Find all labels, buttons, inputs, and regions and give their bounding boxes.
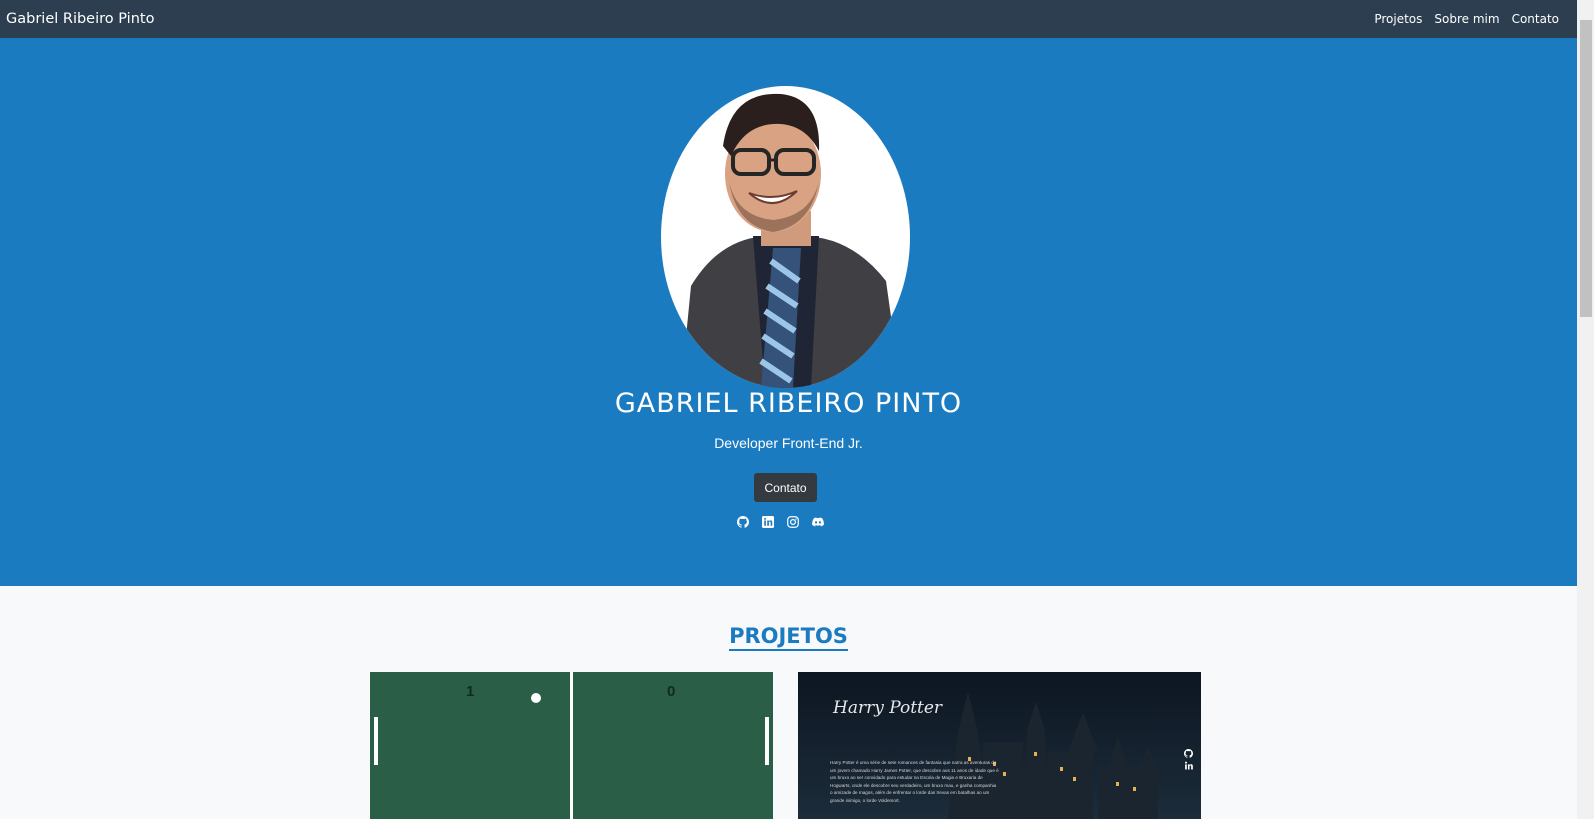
project-card-harry-potter[interactable]: Harry Potter Harry Potter é uma série de… xyxy=(798,672,1201,819)
harry-potter-logo: Harry Potter xyxy=(833,698,943,718)
linkedin-icon[interactable] xyxy=(762,515,774,528)
pong-center-line xyxy=(570,672,573,819)
instagram-icon[interactable] xyxy=(787,515,799,528)
linkedin-icon[interactable] xyxy=(1184,757,1193,770)
projects-title: PROJETOS xyxy=(0,624,1577,651)
hero-subtitle: Developer Front-End Jr. xyxy=(714,435,863,451)
projects-title-text: PROJETOS xyxy=(729,624,848,651)
nav-links: Projetos Sobre mim Contato xyxy=(1374,12,1559,26)
navbar: Gabriel Ribeiro Pinto Projetos Sobre mim… xyxy=(0,0,1577,38)
contact-button[interactable]: Contato xyxy=(754,473,817,502)
github-icon[interactable] xyxy=(737,515,749,528)
nav-link-sobre-mim[interactable]: Sobre mim xyxy=(1434,12,1499,26)
pong-score-left: 1 xyxy=(466,683,475,700)
avatar-portrait xyxy=(681,93,901,388)
avatar xyxy=(661,86,910,388)
pong-ball xyxy=(531,693,541,703)
pong-paddle-right xyxy=(765,717,769,765)
social-links xyxy=(737,515,824,528)
nav-link-projetos[interactable]: Projetos xyxy=(1374,12,1422,26)
scrollbar-thumb[interactable] xyxy=(1580,20,1592,317)
project-description: Harry Potter é uma série de sete romance… xyxy=(830,760,999,803)
project-links xyxy=(1184,745,1193,770)
hero-title: GABRIEL RIBEIRO PINTO xyxy=(614,388,963,419)
project-card-pong[interactable]: 1 0 xyxy=(370,672,773,819)
pong-score-right: 0 xyxy=(667,683,676,700)
pong-paddle-left xyxy=(374,717,378,765)
discord-icon[interactable] xyxy=(812,515,824,527)
hero-section: GABRIEL RIBEIRO PINTO Developer Front-En… xyxy=(0,38,1577,586)
github-icon[interactable] xyxy=(1184,745,1193,758)
nav-link-contato[interactable]: Contato xyxy=(1512,12,1559,26)
brand-link[interactable]: Gabriel Ribeiro Pinto xyxy=(6,11,154,27)
